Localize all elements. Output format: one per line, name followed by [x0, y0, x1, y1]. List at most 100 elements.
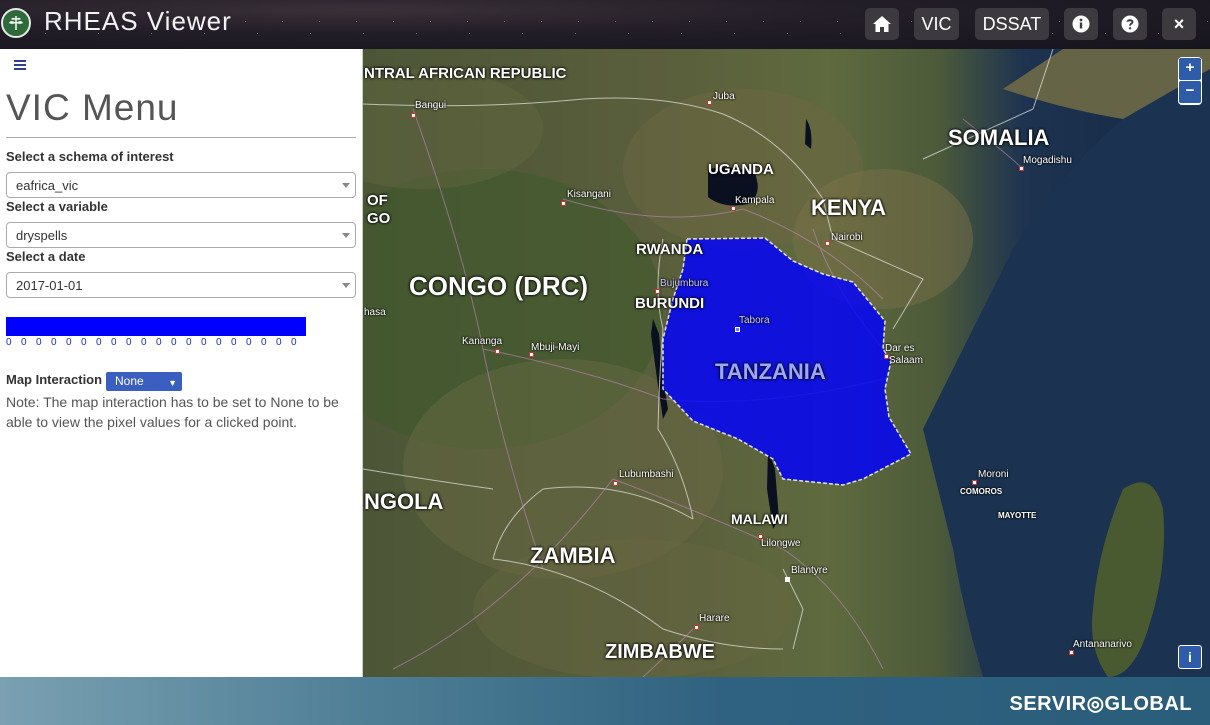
city-label: Nairobi [831, 232, 863, 243]
city-marker[interactable] [411, 113, 416, 118]
map-view[interactable]: NTRAL AFRICAN REPUBLIC SOMALIA UGANDA KE… [363, 49, 1210, 677]
legend-tick-label: 0 [51, 337, 57, 348]
legend-tick-label: 0 [291, 337, 297, 348]
city-label: Blantyre [791, 565, 828, 576]
city-label: Dar es [885, 343, 915, 354]
plant-icon [9, 16, 23, 30]
city-label: Tabora [739, 315, 770, 326]
city-marker[interactable] [613, 481, 618, 486]
home-button[interactable] [865, 8, 899, 40]
variable-select-value: dryspells [16, 228, 68, 243]
info-button[interactable] [1064, 8, 1098, 40]
city-label: Mogadishu [1023, 155, 1072, 166]
city-label: Kananga [462, 336, 503, 347]
city-label: Juba [713, 91, 735, 102]
city-marker[interactable] [972, 480, 977, 485]
city-marker[interactable] [561, 201, 566, 206]
info-icon [1072, 15, 1090, 33]
country-label: GO [367, 210, 391, 227]
country-label: OF [367, 192, 388, 209]
legend-tick-labels: 00000000000000000000 [6, 337, 306, 348]
attribution-control: i [1178, 645, 1202, 669]
legend-tick-label: 0 [186, 337, 192, 348]
servir-global-logo: SERVIR◎GLOBAL [1009, 693, 1192, 715]
legend-tick-label: 0 [156, 337, 162, 348]
country-label: CONGO (DRC) [409, 271, 589, 301]
legend-tick-label: 0 [141, 337, 147, 348]
divider [6, 137, 356, 138]
city-label: Moroni [978, 469, 1009, 480]
city-label: Harare [699, 613, 730, 624]
city-marker[interactable] [694, 625, 699, 630]
city-label: Bujumbura [660, 278, 709, 289]
schema-label: Select a schema of interest [6, 149, 174, 164]
country-label: KENYA [811, 195, 886, 220]
legend-tick-label: 0 [171, 337, 177, 348]
help-button[interactable] [1113, 8, 1147, 40]
country-label: UGANDA [708, 161, 774, 178]
vic-sidebar: VIC Menu Select a schema of interest eaf… [0, 49, 363, 677]
city-label: Lubumbashi [619, 469, 674, 480]
legend-tick-label: 0 [111, 337, 117, 348]
legend-tick-label: 0 [246, 337, 252, 348]
map-interaction-select[interactable]: None ▼ [106, 372, 182, 391]
date-select-value: 2017-01-01 [16, 278, 83, 293]
map-interaction-note: Note: The map interaction has to be set … [6, 394, 339, 430]
city-marker[interactable] [495, 349, 500, 354]
chevron-down-icon [342, 183, 350, 188]
hamburger-menu-icon[interactable] [14, 60, 26, 72]
close-button[interactable]: × [1162, 8, 1196, 40]
city-label: Bangui [415, 100, 447, 111]
legend-tick-label: 0 [81, 337, 87, 348]
legend-tick-label: 0 [96, 337, 102, 348]
zoom-out-button[interactable]: − [1179, 81, 1201, 103]
date-select[interactable]: 2017-01-01 [6, 272, 356, 298]
schema-select-value: eafrica_vic [16, 178, 79, 193]
date-label: Select a date [6, 249, 86, 264]
zoom-in-button[interactable]: + [1179, 58, 1201, 80]
city-label: Salaam [889, 355, 923, 366]
city-marker[interactable] [655, 289, 660, 294]
variable-select[interactable]: dryspells [6, 222, 356, 248]
legend-tick-label: 0 [276, 337, 282, 348]
country-label: RWANDA [636, 241, 704, 258]
dssat-button[interactable]: DSSAT [975, 8, 1049, 40]
city-label: Kampala [735, 195, 775, 206]
app-title: RHEAS Viewer [44, 6, 232, 36]
zoom-control: + − [1178, 57, 1202, 105]
city-label: COMOROS [960, 487, 1003, 496]
city-label: MAYOTTE [998, 511, 1037, 520]
city-marker[interactable] [1069, 650, 1074, 655]
legend-tick-label: 0 [21, 337, 27, 348]
legend-tick-label: 0 [261, 337, 267, 348]
legend-color-bar [6, 317, 306, 336]
attribution-info-button[interactable]: i [1179, 646, 1201, 668]
chevron-down-icon [342, 233, 350, 238]
map-interaction-label: Map Interaction [6, 372, 103, 387]
country-label: SOMALIA [948, 125, 1050, 150]
city-marker[interactable] [707, 100, 712, 105]
variable-label: Select a variable [6, 199, 108, 214]
city-label: Antananarivo [1073, 639, 1132, 650]
city-marker[interactable] [735, 327, 740, 332]
city-marker[interactable] [1019, 166, 1024, 171]
country-label: NTRAL AFRICAN REPUBLIC [364, 65, 567, 82]
country-label: NGOLA [364, 489, 444, 514]
footer: SERVIR◎GLOBAL [0, 677, 1210, 725]
schema-select[interactable]: eafrica_vic [6, 172, 356, 198]
country-label: TANZANIA [715, 359, 826, 384]
city-marker[interactable] [731, 206, 736, 211]
legend-tick-label: 0 [201, 337, 207, 348]
city-marker[interactable] [785, 577, 790, 582]
city-label: hasa [364, 307, 386, 318]
legend-tick-label: 0 [66, 337, 72, 348]
legend-tick-label: 0 [6, 337, 12, 348]
city-marker[interactable] [825, 241, 830, 246]
legend-tick-label: 0 [216, 337, 222, 348]
country-label: BURUNDI [635, 295, 705, 312]
legend-tick-label: 0 [231, 337, 237, 348]
vic-button[interactable]: VIC [914, 8, 959, 40]
menu-title: VIC Menu [6, 87, 179, 128]
question-icon [1121, 15, 1139, 33]
home-icon [873, 16, 891, 32]
